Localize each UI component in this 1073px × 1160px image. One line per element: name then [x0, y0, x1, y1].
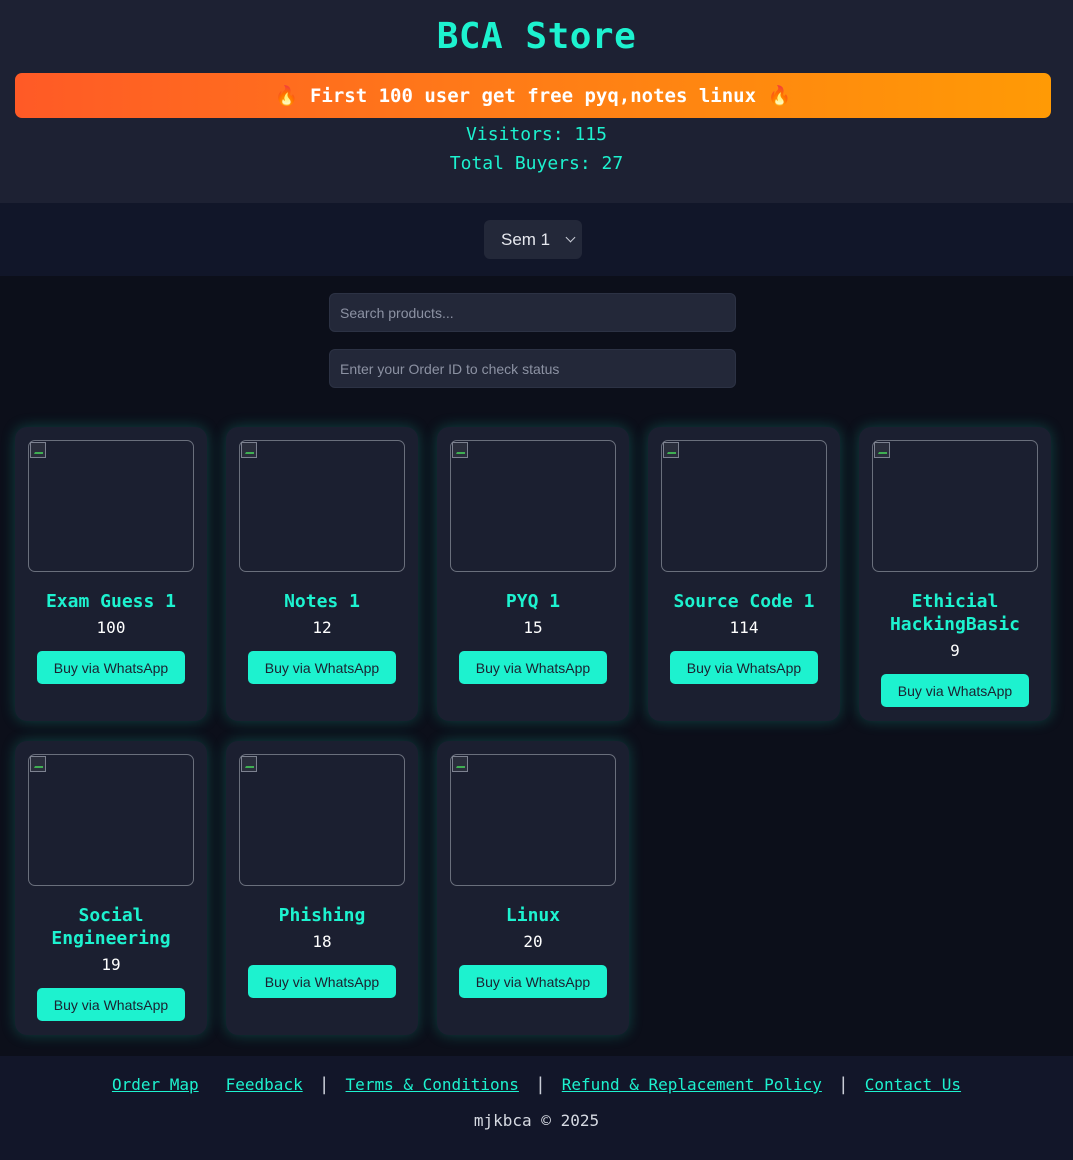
- product-image: [450, 754, 616, 886]
- buy-whatsapp-button[interactable]: Buy via WhatsApp: [37, 651, 185, 684]
- footer-links: Order Map Feedback | Terms & Conditions …: [0, 1074, 1073, 1095]
- copyright: mjkbca © 2025: [473, 1111, 600, 1130]
- product-card: Exam Guess 1 100 Buy via WhatsApp: [15, 427, 207, 721]
- footer-link-terms[interactable]: Terms & Conditions: [346, 1075, 519, 1094]
- product-card: PYQ 1 15 Buy via WhatsApp: [437, 427, 629, 721]
- product-price: 20: [523, 932, 543, 951]
- broken-image-icon: [874, 442, 890, 458]
- product-name: Exam Guess 1: [45, 591, 177, 612]
- footer-link-feedback[interactable]: Feedback: [226, 1075, 303, 1094]
- product-card: Social Engineering 19 Buy via WhatsApp: [15, 741, 207, 1035]
- product-card: Linux 20 Buy via WhatsApp: [437, 741, 629, 1035]
- broken-image-icon: [663, 442, 679, 458]
- buy-whatsapp-button[interactable]: Buy via WhatsApp: [248, 965, 396, 998]
- product-card: Phishing 18 Buy via WhatsApp: [226, 741, 418, 1035]
- buy-whatsapp-button[interactable]: Buy via WhatsApp: [459, 965, 607, 998]
- broken-image-icon: [452, 756, 468, 772]
- product-price: 18: [312, 932, 332, 951]
- footer-link-refund-policy[interactable]: Refund & Replacement Policy: [562, 1075, 822, 1094]
- product-price: 12: [312, 618, 332, 637]
- buy-whatsapp-button[interactable]: Buy via WhatsApp: [670, 651, 818, 684]
- broken-image-icon: [30, 756, 46, 772]
- product-price: 100: [96, 618, 126, 637]
- footer: [0, 1056, 1073, 1160]
- product-image: [450, 440, 616, 572]
- promo-text: 🔥 First 100 user get free pyq,notes linu…: [274, 85, 792, 107]
- broken-image-icon: [241, 756, 257, 772]
- product-name: Source Code 1: [673, 591, 815, 612]
- product-image: [28, 440, 194, 572]
- product-image: [239, 754, 405, 886]
- semester-select[interactable]: Sem 1: [484, 220, 582, 259]
- product-price: 15: [523, 618, 543, 637]
- semester-select-value: Sem 1: [501, 229, 551, 249]
- footer-separator: |: [837, 1074, 849, 1095]
- product-price: 19: [101, 955, 121, 974]
- broken-image-icon: [241, 442, 257, 458]
- product-image: [239, 440, 405, 572]
- product-name: PYQ 1: [505, 591, 561, 612]
- product-image: [28, 754, 194, 886]
- product-price: 114: [729, 618, 759, 637]
- product-card: Notes 1 12 Buy via WhatsApp: [226, 427, 418, 721]
- buy-whatsapp-button[interactable]: Buy via WhatsApp: [37, 988, 185, 1021]
- product-name: Linux: [505, 905, 561, 926]
- product-name: Social Engineering: [51, 905, 171, 949]
- product-card: Source Code 1 114 Buy via WhatsApp: [648, 427, 840, 721]
- product-image: [661, 440, 827, 572]
- footer-separator: |: [534, 1074, 546, 1095]
- buy-whatsapp-button[interactable]: Buy via WhatsApp: [459, 651, 607, 684]
- site-title: BCA Store: [436, 16, 637, 57]
- footer-link-order-map[interactable]: Order Map: [112, 1075, 199, 1094]
- footer-link-contact[interactable]: Contact Us: [865, 1075, 961, 1094]
- visitor-count: Visitors: 115: [466, 124, 607, 145]
- broken-image-icon: [30, 442, 46, 458]
- promo-banner: 🔥 First 100 user get free pyq,notes linu…: [15, 73, 1051, 118]
- buy-whatsapp-button[interactable]: Buy via WhatsApp: [881, 674, 1029, 707]
- product-image: [872, 440, 1038, 572]
- product-name: Ethicial HackingBasic: [889, 591, 1021, 635]
- buy-whatsapp-button[interactable]: Buy via WhatsApp: [248, 651, 396, 684]
- product-price: 9: [950, 641, 960, 660]
- order-id-input[interactable]: [329, 349, 736, 388]
- search-input[interactable]: [329, 293, 736, 332]
- footer-separator: |: [318, 1074, 330, 1095]
- chevron-down-icon: [565, 232, 576, 243]
- product-name: Notes 1: [284, 591, 360, 612]
- buyer-count: Total Buyers: 27: [449, 153, 624, 174]
- product-card: Ethicial HackingBasic 9 Buy via WhatsApp: [859, 427, 1051, 721]
- broken-image-icon: [452, 442, 468, 458]
- product-name: Phishing: [278, 905, 366, 926]
